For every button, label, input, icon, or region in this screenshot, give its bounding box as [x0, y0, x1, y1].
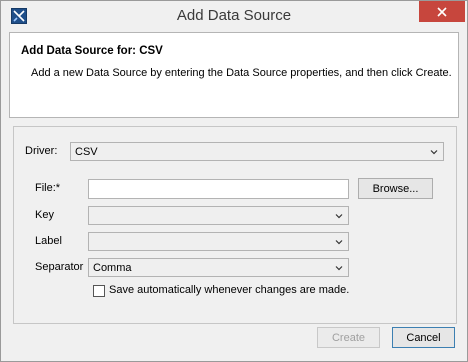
file-input[interactable]	[88, 179, 349, 199]
file-label: File:*	[35, 182, 61, 194]
chevron-down-icon	[335, 266, 343, 271]
window-title: Add Data Source	[176, 7, 292, 24]
autosave-checkbox[interactable]	[93, 285, 105, 297]
dialog-header: Add Data Source for: CSV Add a new Data …	[9, 32, 459, 118]
chevron-down-icon	[430, 150, 438, 155]
chevron-down-icon	[335, 214, 343, 219]
chevron-down-icon	[335, 240, 343, 245]
label-select[interactable]	[88, 232, 349, 251]
create-button[interactable]: Create	[317, 327, 380, 348]
driver-select[interactable]: CSV	[70, 142, 444, 161]
header-description: Add a new Data Source by entering the Da…	[31, 67, 452, 79]
title-bar[interactable]: Add Data Source	[1, 1, 467, 31]
separator-label: Separator	[35, 261, 84, 273]
header-title: Add Data Source for: CSV	[21, 45, 163, 57]
driver-label: Driver:	[25, 145, 58, 157]
add-data-source-dialog: Add Data Source Add Data Source for: CSV…	[0, 0, 468, 362]
close-button[interactable]	[419, 1, 465, 22]
key-select[interactable]	[88, 206, 349, 225]
label-label: Label	[35, 235, 62, 247]
browse-button[interactable]: Browse...	[358, 178, 433, 199]
driver-value: CSV	[75, 146, 98, 158]
cancel-button[interactable]: Cancel	[392, 327, 455, 348]
separator-value: Comma	[93, 262, 132, 274]
key-label: Key	[35, 209, 54, 221]
autosave-label[interactable]: Save automatically whenever changes are …	[109, 284, 349, 296]
form-panel: Driver: CSV File:* Browse... Key Label S…	[13, 126, 457, 324]
separator-select[interactable]: Comma	[88, 258, 349, 277]
close-icon	[437, 6, 447, 17]
